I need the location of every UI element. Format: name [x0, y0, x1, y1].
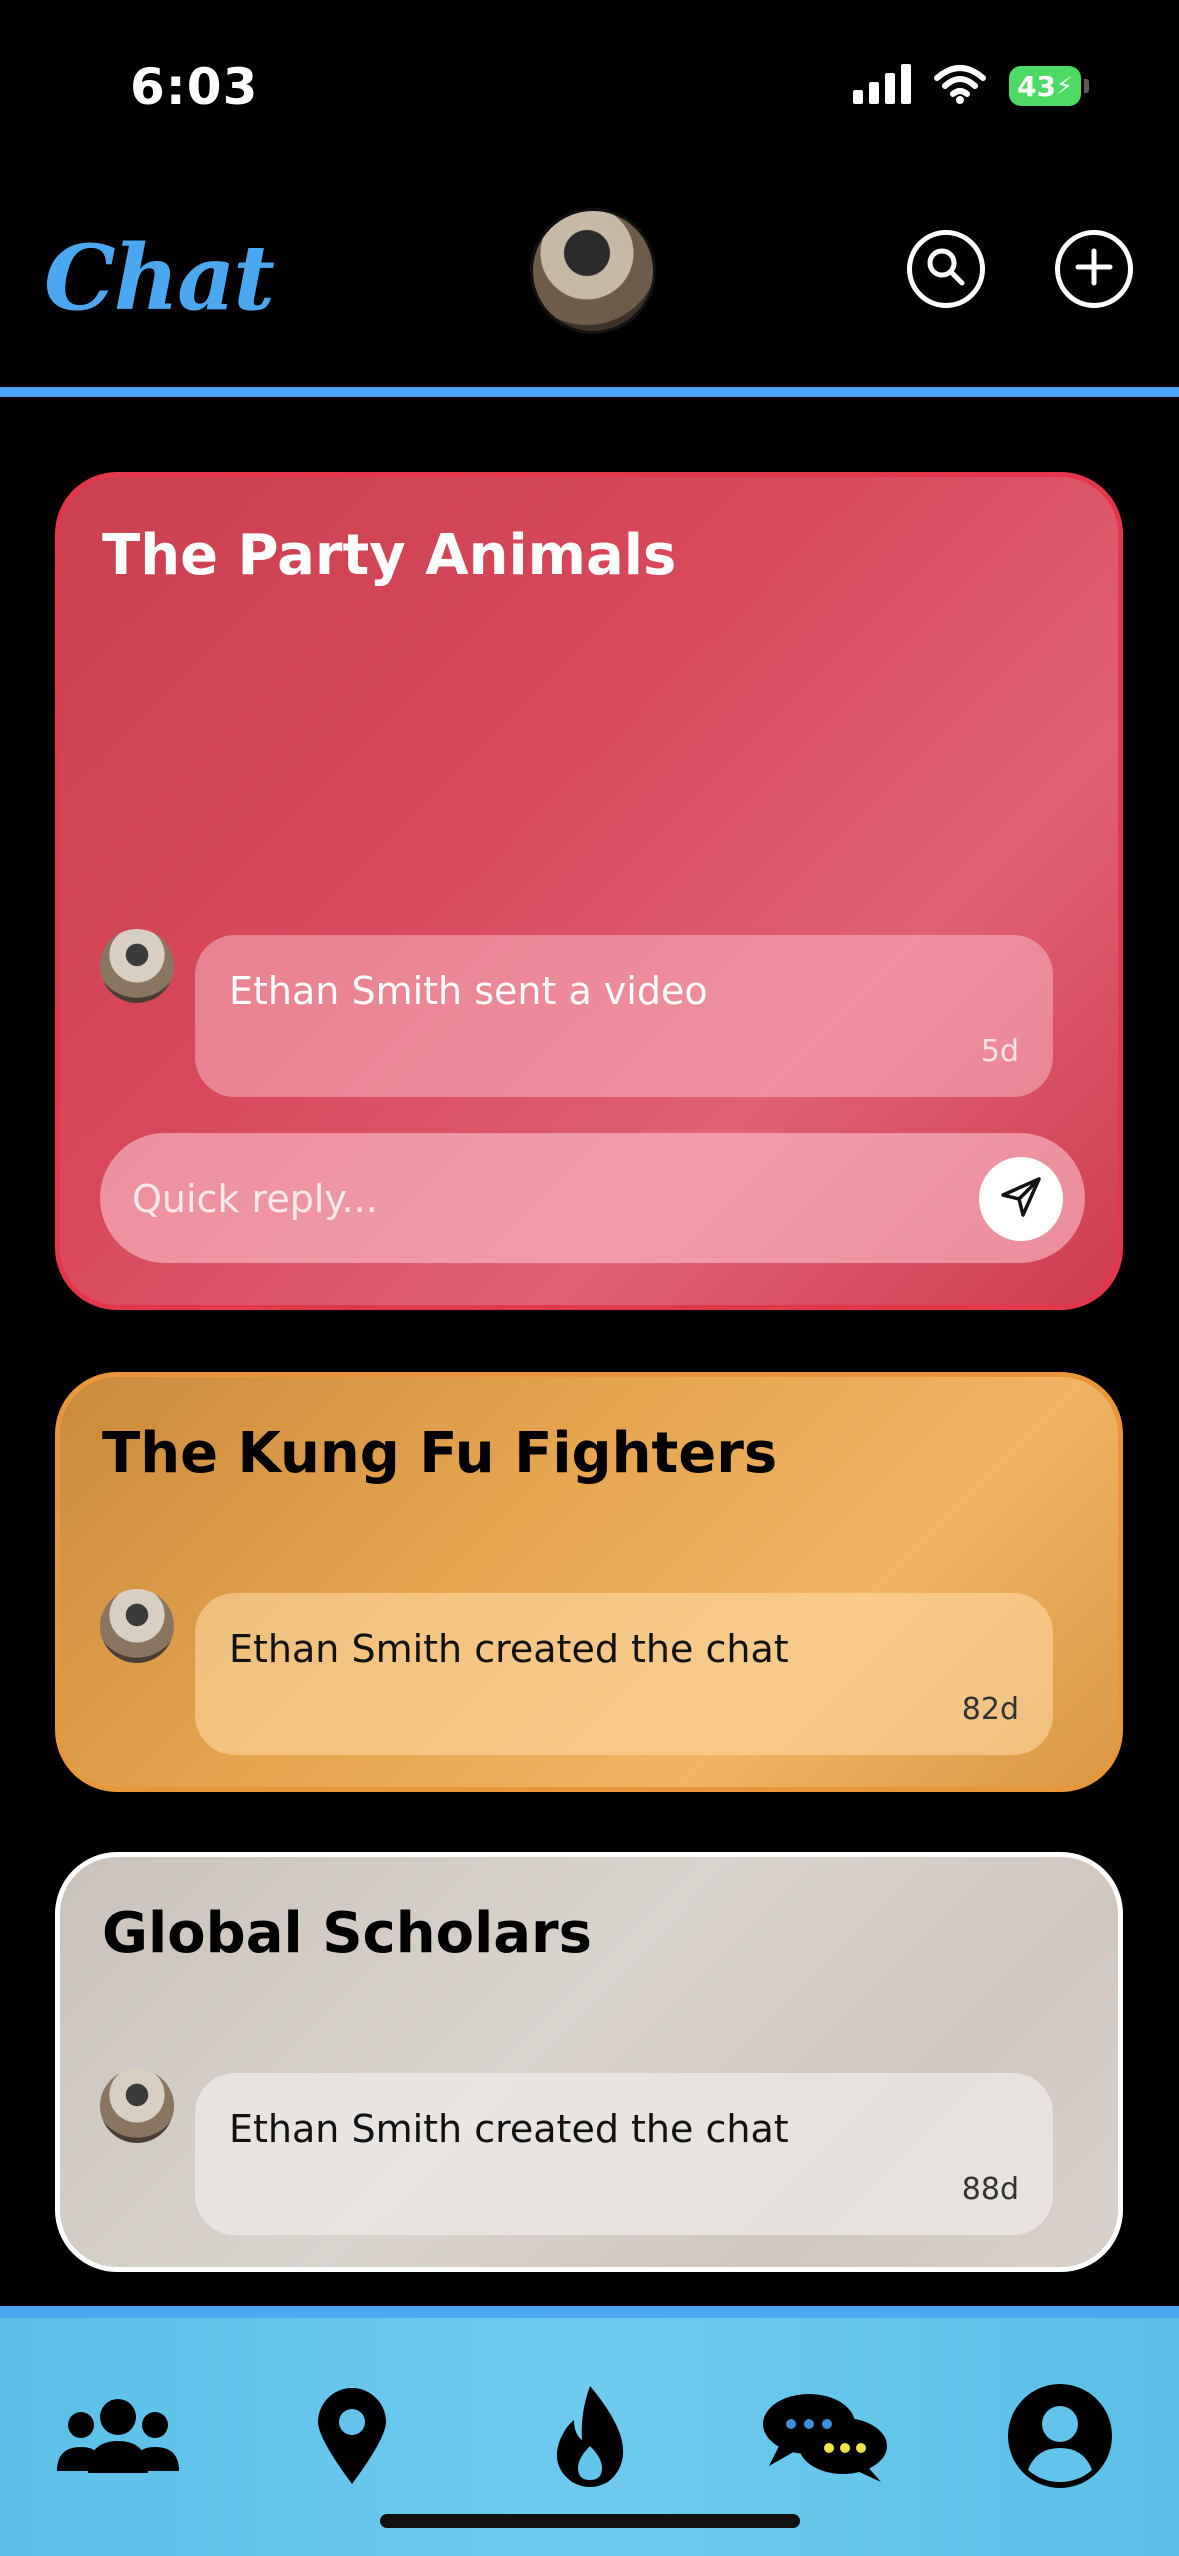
- charging-icon: ⚡: [1056, 72, 1073, 100]
- people-icon: [53, 2391, 183, 2485]
- last-message-bubble[interactable]: Ethan Smith sent a video 5d: [195, 935, 1053, 1097]
- plus-icon: [1074, 247, 1114, 291]
- nav-explore[interactable]: [530, 2378, 650, 2498]
- nav-profile[interactable]: [1000, 2378, 1120, 2498]
- app-logo: Chat: [44, 225, 275, 331]
- sender-avatar: [100, 929, 174, 1003]
- last-message-text: Ethan Smith sent a video: [229, 969, 708, 1013]
- sender-avatar: [100, 1589, 174, 1663]
- chat-bubbles-icon: [759, 2388, 889, 2488]
- nav-map[interactable]: [292, 2378, 412, 2498]
- nav-divider: [0, 2306, 1179, 2318]
- quick-reply-placeholder: Quick reply...: [132, 1177, 378, 1221]
- send-button[interactable]: [979, 1157, 1063, 1241]
- header-divider: [0, 387, 1179, 397]
- profile-icon: [1006, 2382, 1114, 2494]
- quick-reply-input[interactable]: Quick reply...: [100, 1133, 1085, 1263]
- map-pin-icon: [312, 2386, 392, 2490]
- last-message-text: Ethan Smith created the chat: [229, 1627, 789, 1671]
- chat-card[interactable]: The Party Animals Ethan Smith sent a vid…: [55, 472, 1123, 1310]
- search-icon: [924, 245, 968, 293]
- nav-chat[interactable]: [763, 2378, 887, 2498]
- last-message-text: Ethan Smith created the chat: [229, 2107, 789, 2151]
- wifi-icon: [933, 64, 987, 108]
- last-message-bubble[interactable]: Ethan Smith created the chat 88d: [195, 2073, 1053, 2235]
- sender-avatar: [100, 2069, 174, 2143]
- battery-level: 43: [1017, 69, 1057, 103]
- chat-title: The Kung Fu Fighters: [102, 1421, 778, 1486]
- battery-indicator: 43 ⚡: [1009, 66, 1089, 106]
- chat-title: Global Scholars: [102, 1901, 592, 1966]
- status-time: 6:03: [130, 58, 259, 116]
- new-chat-button[interactable]: [1055, 230, 1133, 308]
- last-message-bubble[interactable]: Ethan Smith created the chat 82d: [195, 1593, 1053, 1755]
- flame-icon: [550, 2384, 630, 2493]
- chat-title: The Party Animals: [102, 523, 677, 588]
- message-time: 88d: [961, 2172, 1019, 2207]
- search-button[interactable]: [907, 230, 985, 308]
- chat-card[interactable]: Global Scholars Ethan Smith created the …: [55, 1852, 1123, 2272]
- chat-card[interactable]: The Kung Fu Fighters Ethan Smith created…: [55, 1372, 1123, 1792]
- signal-icon: [853, 64, 911, 108]
- status-indicators: 43 ⚡: [853, 62, 1089, 110]
- message-time: 5d: [980, 1034, 1019, 1069]
- message-time: 82d: [961, 1692, 1019, 1727]
- nav-people[interactable]: [57, 2378, 179, 2498]
- profile-avatar[interactable]: [530, 208, 656, 334]
- home-indicator: [380, 2514, 800, 2528]
- send-icon: [999, 1175, 1043, 1223]
